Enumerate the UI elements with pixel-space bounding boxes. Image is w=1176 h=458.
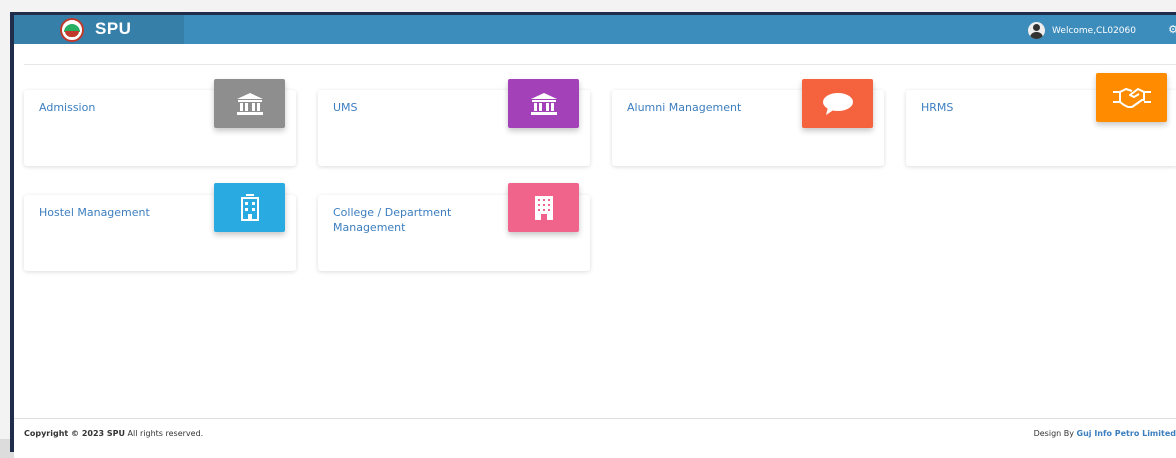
- copyright-text: Copyright © 2023 SPU All rights reserved…: [24, 429, 203, 438]
- user-menu[interactable]: Welcome,CL02060: [1028, 22, 1136, 39]
- module-label: Hostel Management: [39, 206, 150, 219]
- spu-logo-icon: [60, 18, 84, 42]
- copyright-suffix: All rights reserved.: [124, 429, 204, 438]
- building-icon[interactable]: [214, 183, 285, 232]
- module-label: College / Department Management: [333, 206, 452, 234]
- bank-icon[interactable]: [508, 79, 579, 128]
- design-credit: Design By Guj Info Petro Limited: [1034, 429, 1176, 438]
- brand-area[interactable]: SPU: [14, 15, 184, 44]
- top-navbar: SPU Welcome,CL02060 ⚙: [14, 15, 1176, 44]
- design-prefix: Design By: [1033, 429, 1077, 438]
- copyright-prefix: Copyright © 2023 SPU: [24, 429, 125, 438]
- bank-icon[interactable]: [214, 79, 285, 128]
- welcome-text: Welcome,CL02060: [1052, 25, 1136, 36]
- screen: SPU Welcome,CL02060 ⚙ Admission UMS Alum: [0, 0, 1176, 458]
- module-label: UMS: [333, 101, 358, 114]
- module-label: HRMS: [921, 101, 954, 114]
- design-company-link[interactable]: Guj Info Petro Limited: [1077, 429, 1176, 438]
- settings-gear-icon[interactable]: ⚙: [1168, 23, 1176, 36]
- brand-title: SPU: [95, 19, 132, 38]
- office-building-icon[interactable]: [508, 183, 579, 232]
- module-label: Admission: [39, 101, 96, 114]
- module-label: Alumni Management: [627, 101, 742, 114]
- chat-bubble-icon[interactable]: [802, 79, 873, 128]
- content-divider: [24, 64, 1176, 65]
- page-footer: Copyright © 2023 SPU All rights reserved…: [14, 418, 1176, 458]
- app-window: SPU Welcome,CL02060 ⚙ Admission UMS Alum: [10, 12, 1176, 458]
- handshake-icon[interactable]: [1096, 73, 1167, 122]
- user-avatar-icon: [1028, 22, 1046, 39]
